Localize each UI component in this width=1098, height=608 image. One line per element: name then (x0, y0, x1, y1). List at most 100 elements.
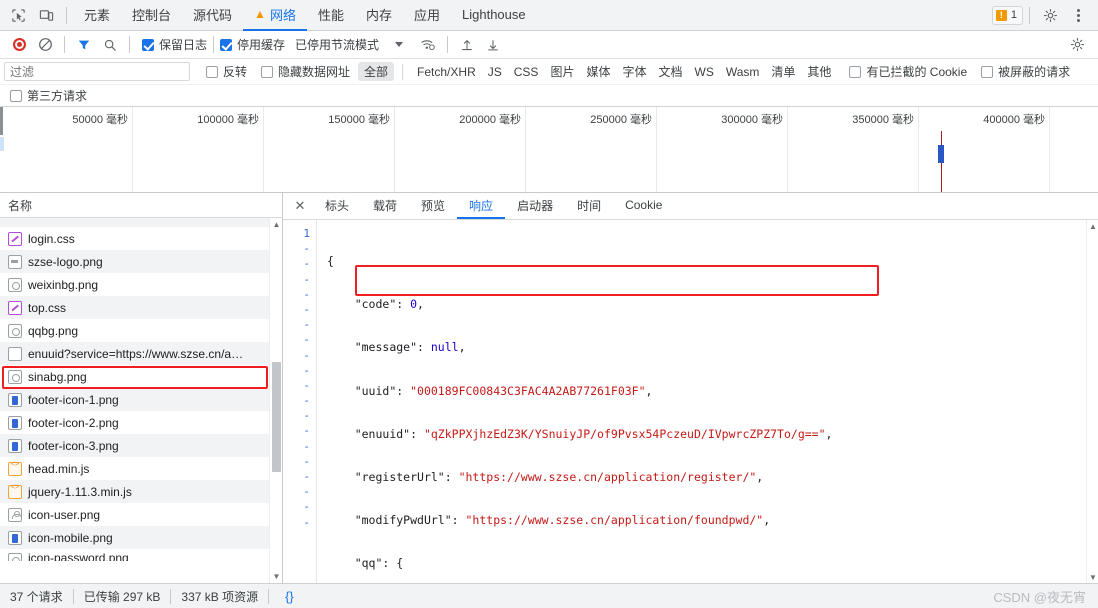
filter-type-wasm[interactable]: Wasm (720, 64, 766, 80)
hide-data-urls-checkbox[interactable]: 隐藏数据网址 (261, 63, 350, 80)
scroll-down-icon[interactable]: ▼ (270, 570, 282, 583)
tab-lighthouse[interactable]: Lighthouse (451, 0, 537, 31)
third-party-row: 第三方请求 (0, 85, 1098, 107)
scroll-down-icon[interactable]: ▼ (1087, 571, 1098, 583)
filter-type-ws[interactable]: WS (689, 64, 720, 80)
tab-console[interactable]: 控制台 (121, 0, 182, 31)
disable-cache-checkbox[interactable]: 停用缓存 (220, 36, 285, 53)
third-party-check-box-icon[interactable] (10, 89, 22, 102)
tab-performance[interactable]: 性能 (307, 0, 355, 31)
close-icon[interactable]: ✕ (287, 193, 313, 219)
blocked-requests-check-box-icon[interactable] (981, 65, 994, 78)
tab-payload[interactable]: 载荷 (361, 193, 409, 219)
overview-tick: 300000 毫秒 (657, 107, 788, 192)
tab-application[interactable]: 应用 (403, 0, 451, 31)
tab-headers[interactable]: 标头 (313, 193, 361, 219)
toolbar-divider-2 (129, 36, 130, 53)
network-conditions-icon[interactable] (415, 33, 441, 57)
invert-check-box-icon[interactable] (206, 65, 218, 78)
disable-cache-check-box-icon[interactable] (220, 38, 233, 51)
network-overview-timeline[interactable]: 50000 毫秒 100000 毫秒 150000 毫秒 200000 毫秒 2… (0, 107, 1098, 193)
inspect-element-icon[interactable] (4, 2, 32, 28)
list-item[interactable]: sinabg.png (0, 365, 282, 388)
response-scrollbar[interactable]: ▲ ▼ (1086, 220, 1098, 583)
blocked-requests-checkbox[interactable]: 被屏蔽的请求 (981, 63, 1070, 80)
status-divider-3 (268, 588, 270, 604)
list-item[interactable]: login.css (0, 227, 282, 250)
list-item[interactable]: icon-mobile.png (0, 526, 282, 549)
tab-timing[interactable]: 时间 (565, 193, 613, 219)
js-file-icon (8, 484, 22, 499)
image-file-icon (8, 392, 22, 407)
tab-response[interactable]: 响应 (457, 193, 506, 219)
filter-type-img[interactable]: 图片 (544, 62, 580, 81)
list-item[interactable]: head.min.js (0, 457, 282, 480)
image-file-icon (8, 507, 22, 522)
network-settings-gear-icon[interactable] (1064, 33, 1090, 57)
gear-icon[interactable] (1036, 2, 1064, 28)
filter-type-all[interactable]: 全部 (358, 62, 395, 81)
tab-elements[interactable]: 元素 (73, 0, 121, 31)
scroll-up-icon[interactable]: ▲ (270, 218, 282, 231)
line-number: - (303, 242, 310, 256)
request-list-scrollbar[interactable]: ▲ ▼ (269, 218, 282, 583)
list-item-label: sinabg.png (28, 369, 87, 384)
warning-count-badge[interactable]: ! 1 (991, 5, 1023, 25)
import-har-icon[interactable] (454, 33, 480, 57)
tab-initiator[interactable]: 启动器 (505, 193, 565, 219)
filter-input[interactable] (4, 62, 190, 81)
filter-type-css[interactable]: CSS (508, 64, 545, 80)
hide-data-urls-label: 隐藏数据网址 (278, 65, 351, 79)
filter-type-other[interactable]: 其他 (801, 62, 837, 81)
json-response-code[interactable]: { "code": 0, "message": null, "uuid": "0… (317, 220, 1098, 583)
filter-type-js[interactable]: JS (482, 64, 508, 80)
tab-memory[interactable]: 内存 (355, 0, 403, 31)
filter-type-fetch-xhr[interactable]: Fetch/XHR (411, 64, 482, 80)
search-icon[interactable] (97, 33, 123, 57)
format-json-button[interactable]: {} (279, 589, 300, 604)
list-item[interactable]: top.css (0, 296, 282, 319)
third-party-checkbox[interactable]: 第三方请求 (10, 87, 87, 104)
list-item[interactable]: jquery-1.11.3.min.js (0, 480, 282, 503)
preserve-log-checkbox[interactable]: 保留日志 (142, 36, 207, 53)
list-item[interactable]: weixinbg.png (0, 273, 282, 296)
chevron-down-icon[interactable] (395, 42, 404, 47)
list-item[interactable]: szse-logo.png (0, 250, 282, 273)
list-item[interactable]: icon-user.png (0, 503, 282, 526)
list-item[interactable]: footer-icon-3.png (0, 434, 282, 457)
tab-network[interactable]: ▲ 网络 (243, 0, 307, 31)
list-item[interactable] (0, 218, 282, 227)
filter-icon[interactable] (71, 33, 97, 57)
export-har-icon[interactable] (480, 33, 506, 57)
clear-button[interactable] (32, 33, 58, 57)
tab-preview[interactable]: 预览 (409, 193, 457, 219)
preserve-log-check-box-icon[interactable] (142, 38, 154, 51)
list-item[interactable]: icon-password.png (0, 549, 282, 561)
hide-data-urls-check-box-icon[interactable] (261, 65, 274, 78)
throttling-select-label[interactable]: 已停用节流模式 (295, 36, 379, 53)
filter-type-manifest[interactable]: 清单 (765, 62, 801, 81)
list-item[interactable]: qqbg.png (0, 319, 282, 342)
toolbar-divider-4 (447, 36, 449, 53)
column-header-name[interactable]: 名称 (8, 197, 32, 214)
invert-checkbox[interactable]: 反转 (206, 63, 247, 80)
device-toolbar-icon[interactable] (32, 2, 60, 28)
tab-sources[interactable]: 源代码 (182, 0, 243, 31)
record-button[interactable] (6, 33, 32, 57)
tab-cookies[interactable]: Cookie (613, 193, 674, 219)
overview-tick: 150000 毫秒 (264, 107, 395, 192)
scrollbar-thumb[interactable] (272, 362, 281, 472)
filter-type-doc[interactable]: 文档 (652, 62, 688, 81)
list-item[interactable]: footer-icon-1.png (0, 388, 282, 411)
filter-type-font[interactable]: 字体 (616, 62, 652, 81)
scroll-up-icon[interactable]: ▲ (1087, 220, 1098, 232)
request-rows[interactable]: login.css szse-logo.png weixinbg.png top… (0, 218, 282, 583)
overview-request-bar[interactable] (938, 145, 944, 163)
more-vertical-icon[interactable] (1064, 2, 1092, 28)
blocked-cookies-checkbox[interactable]: 有已拦截的 Cookie (849, 63, 967, 80)
list-item-selected[interactable]: enuuid?service=https://www.szse.cn/a… (0, 342, 282, 365)
response-body-viewer[interactable]: 1 - - - - - - - - - - - - - - - - - - - … (283, 220, 1098, 583)
filter-type-media[interactable]: 媒体 (580, 62, 616, 81)
list-item[interactable]: footer-icon-2.png (0, 411, 282, 434)
blocked-cookies-check-box-icon[interactable] (849, 65, 862, 78)
